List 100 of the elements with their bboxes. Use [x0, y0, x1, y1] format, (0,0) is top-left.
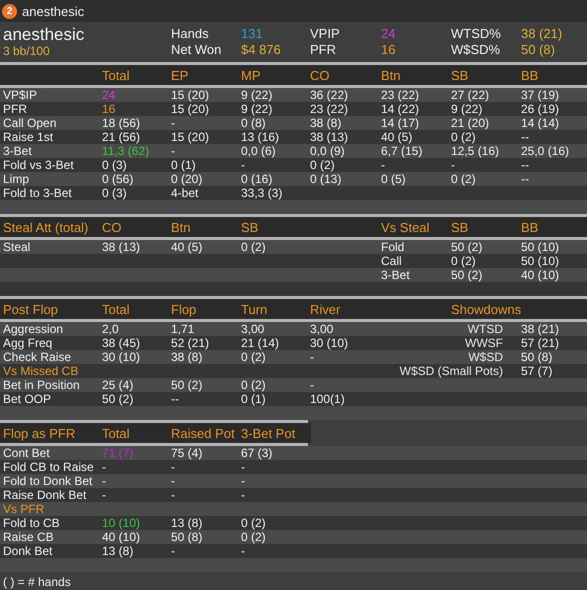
row-label: Fold to 3-Bet: [3, 186, 73, 200]
table-cell-text: 23 (22): [381, 88, 420, 102]
table-cell-text: 0 (1): [241, 392, 267, 406]
player-name: anesthesic: [3, 26, 84, 44]
section-title: Flop as PFR: [3, 426, 76, 440]
table-cell-text: 50 (2): [171, 378, 204, 392]
table-cell-text: 50 (8): [171, 530, 204, 544]
column-header: SB: [451, 68, 470, 82]
table-cell-text: 0 (13): [310, 172, 342, 186]
table-cell-text: -: [102, 474, 107, 488]
table-cell-text: 30 (10): [102, 350, 142, 364]
table-cell-text: 0,0 (6): [241, 144, 277, 158]
row-label: WTSD: [468, 322, 504, 336]
table-cell-text: -: [241, 544, 246, 558]
table-cell-text: -: [241, 474, 246, 488]
table-cell-text: 0 (1): [171, 158, 197, 172]
section-title: Showdowns: [451, 302, 522, 316]
table-cell-text: 57 (21): [521, 336, 560, 350]
table-cell-text: 21 (14): [241, 336, 280, 350]
table-cell-text: 37 (19): [521, 88, 560, 102]
column-header: EP: [171, 68, 190, 82]
column-header: 3-Bet Pot: [241, 426, 296, 440]
column-header: Total: [102, 426, 130, 440]
table-cell-text: 0 (3): [102, 158, 128, 172]
table-cell-text: 50 (8): [521, 350, 554, 364]
table-cell-text: 0 (56): [102, 172, 134, 186]
table-cell-text: 13 (8): [102, 544, 134, 558]
row-label: VP$IP: [3, 88, 38, 102]
table-cell-text: 50 (2): [451, 268, 484, 282]
table-cell-text: 38 (45): [102, 336, 142, 350]
row-label: Bet in Position: [3, 378, 81, 392]
table-cell-text: 52 (21): [171, 336, 210, 350]
column-header: BB: [521, 68, 540, 82]
table-cell-text: 38 (21): [521, 322, 560, 336]
group-label: Vs Missed CB: [3, 364, 80, 378]
table-cell-text: 10 (10): [102, 516, 142, 530]
winrate: 3 bb/100: [3, 44, 50, 58]
table-cell-text: 15 (20): [171, 130, 210, 144]
table-cell-text: 21 (56): [102, 130, 142, 144]
table-cell-text: 30 (10): [310, 336, 350, 350]
table-cell-text: -: [310, 350, 315, 364]
row-label: Check Raise: [3, 350, 72, 364]
row-label: Raise 1st: [3, 130, 54, 144]
group-label: Vs PFR: [3, 502, 46, 516]
table-cell-text: 13 (8): [171, 516, 204, 530]
table-cell-text: 50 (2): [451, 240, 484, 254]
row-label: W$SD (Small Pots): [400, 364, 504, 378]
table-cell-text: 18 (56): [102, 116, 142, 130]
table-cell-text: 4-bet: [171, 186, 200, 200]
table-cell-text: 15 (20): [171, 88, 210, 102]
row-label: Raise CB: [3, 530, 55, 544]
table-cell-text: -: [171, 474, 176, 488]
table-cell-text: 38 (13): [310, 130, 350, 144]
table-cell-text: 40 (10): [102, 530, 142, 544]
table-cell-text: 36 (22): [310, 88, 350, 102]
row-label: 3-Bet: [3, 144, 33, 158]
table-cell-text: -: [171, 544, 176, 558]
table-cell-text: 50 (10): [521, 254, 560, 268]
row-label: Bet OOP: [3, 392, 52, 406]
row-label: Steal: [3, 240, 32, 254]
table-cell-text: 6,7 (15): [381, 144, 424, 158]
row-label: Call: [381, 254, 403, 268]
table-cell-text: 0 (20): [171, 172, 204, 186]
table-cell-text: 33,3 (3): [241, 186, 284, 200]
window-title: anesthesic: [22, 4, 84, 18]
column-header: SB: [241, 220, 260, 234]
table-cell-text: 14 (22): [381, 102, 420, 116]
table-cell-text: 0 (2): [241, 530, 267, 544]
column-header: BB: [521, 220, 540, 234]
column-header: Turn: [241, 302, 268, 316]
row-label: Aggression: [3, 322, 64, 336]
table-cell-text: 3,00: [241, 322, 266, 336]
table-cell-text: 12,5 (16): [451, 144, 500, 158]
table-cell-text: -: [451, 158, 456, 172]
row-label: Cont Bet: [3, 446, 51, 460]
column-header: SB: [451, 220, 470, 234]
table-cell-text: 0 (2): [241, 350, 267, 364]
table-cell-text: 75 (4): [171, 446, 204, 460]
stat-value: $4 876: [241, 42, 282, 58]
legend-note: ( ) = # hands: [3, 575, 71, 589]
stat-value: 131: [241, 26, 264, 42]
table-cell-text: --: [521, 158, 530, 172]
table-cell-text: -: [171, 144, 176, 158]
table-cell-text: 0 (8): [241, 116, 267, 130]
row-label: Fold CB to Raise: [3, 460, 95, 474]
table-cell-text: --: [521, 172, 530, 186]
table-cell-text: 24: [102, 88, 116, 102]
row-label: Limp: [3, 172, 30, 186]
stat-value: 24: [381, 26, 396, 42]
table-cell-text: 40 (5): [171, 240, 204, 254]
table-cell-text: 38 (13): [102, 240, 142, 254]
stat-value: 16: [381, 42, 396, 58]
table-cell-text: 0,0 (9): [310, 144, 346, 158]
column-header: Raised Pot: [171, 426, 236, 440]
table-cell-text: 0 (16): [241, 172, 274, 186]
table-cell-text: 21 (20): [451, 116, 490, 130]
stat-label: VPIP: [310, 26, 341, 42]
table-cell-text: 38 (8): [171, 350, 204, 364]
table-cell-text: 40 (5): [381, 130, 414, 144]
table-cell-text: 50 (10): [521, 240, 560, 254]
